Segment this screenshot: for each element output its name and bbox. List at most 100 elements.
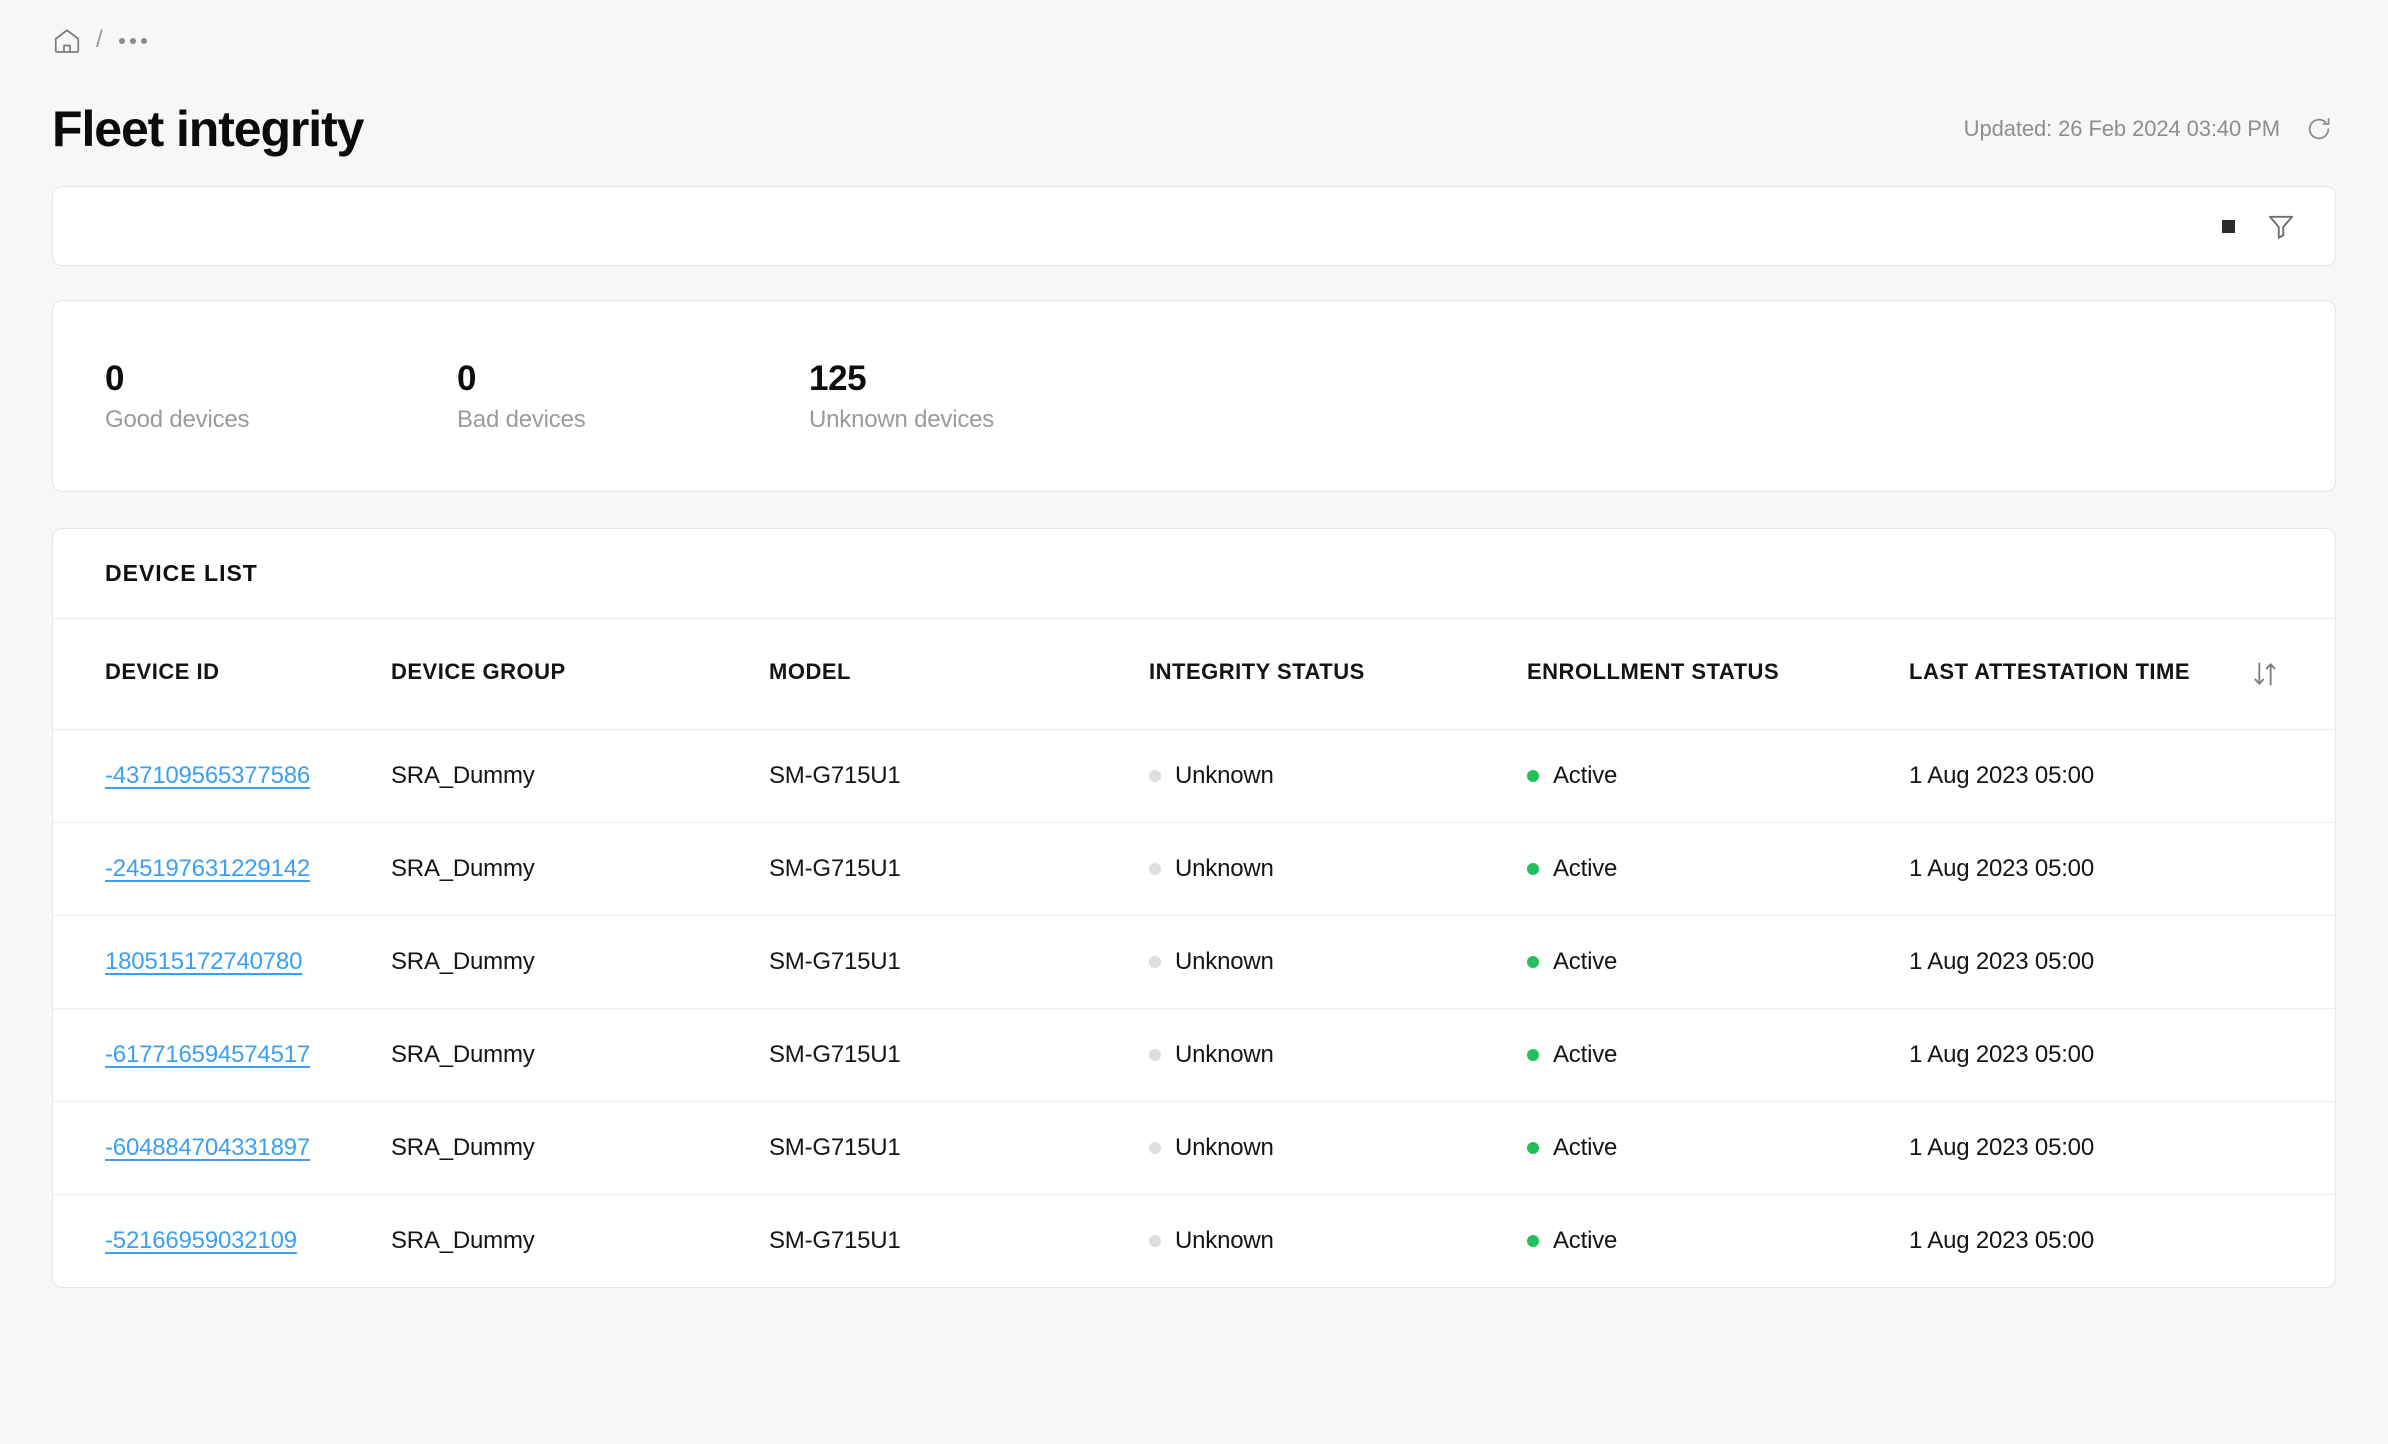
cell-device-id: -245197631229142 <box>53 822 391 916</box>
status-dot-unknown <box>1149 863 1161 875</box>
integrity-status-label: Unknown <box>1175 1041 1274 1068</box>
cell-device-group: SRA_Dummy <box>391 729 769 823</box>
cell-spacer <box>2239 915 2335 1009</box>
device-table: DEVICE ID DEVICE GROUP MODEL INTEGRITY S… <box>53 619 2335 1287</box>
enrollment-status-label: Active <box>1553 1134 1618 1161</box>
enrollment-status-label: Active <box>1553 855 1618 882</box>
status-dot-active <box>1527 1049 1539 1061</box>
cell-integrity-status: Unknown <box>1149 1101 1527 1195</box>
status-dot-active <box>1527 1142 1539 1154</box>
device-id-link[interactable]: -604884704331897 <box>105 1134 310 1161</box>
cell-spacer <box>2239 1101 2335 1195</box>
status-dot-unknown <box>1149 1049 1161 1061</box>
device-summary-card: 0 Good devices 0 Bad devices 125 Unknown… <box>52 300 2336 492</box>
ellipsis-dot <box>129 38 136 44</box>
status-dot-unknown <box>1149 956 1161 968</box>
updated-group: Updated: 26 Feb 2024 03:40 PM <box>1964 112 2336 154</box>
cell-enrollment-status: Active <box>1527 822 1909 916</box>
cell-model: SM-G715U1 <box>769 729 1149 823</box>
cell-last-attestation-time: 1 Aug 2023 05:00 <box>1909 822 2239 916</box>
cell-integrity-status: Unknown <box>1149 915 1527 1009</box>
cell-device-group: SRA_Dummy <box>391 915 769 1009</box>
filter-funnel-icon[interactable] <box>2261 206 2301 246</box>
status-dot-unknown <box>1149 1142 1161 1154</box>
cell-enrollment-status: Active <box>1527 729 1909 823</box>
ellipsis-dot <box>118 38 125 44</box>
cell-enrollment-status: Active <box>1527 1195 1909 1288</box>
cell-last-attestation-time: 1 Aug 2023 05:00 <box>1909 915 2239 1009</box>
device-id-link[interactable]: -245197631229142 <box>105 855 310 882</box>
integrity-status-label: Unknown <box>1175 948 1274 975</box>
cell-integrity-status: Unknown <box>1149 1195 1527 1288</box>
cell-last-attestation-time: 1 Aug 2023 05:00 <box>1909 729 2239 823</box>
device-list-title: DEVICE LIST <box>105 560 258 586</box>
integrity-status-label: Unknown <box>1175 1227 1274 1254</box>
cell-device-group: SRA_Dummy <box>391 1227 535 1254</box>
cell-integrity-status: Unknown <box>1149 822 1527 916</box>
column-header-device-id[interactable]: DEVICE ID <box>53 619 391 730</box>
square-icon[interactable] <box>2222 219 2235 233</box>
stat-value: 125 <box>809 358 867 398</box>
page-header: Fleet integrity Updated: 26 Feb 2024 03:… <box>52 64 2336 154</box>
column-header-last-attestation-time[interactable]: LAST ATTESTATION TIME <box>1909 619 2239 730</box>
table-row: -437109565377586 SRA_Dummy SM-G715U1 Unknow… <box>53 729 2335 823</box>
sort-arrows-icon[interactable] <box>2239 657 2291 691</box>
enrollment-status-label: Active <box>1553 762 1618 789</box>
cell-enrollment-status: Active <box>1527 915 1909 1009</box>
status-dot-unknown <box>1149 1235 1161 1247</box>
column-header-device-group[interactable]: DEVICE GROUP <box>391 619 769 730</box>
stat-label: Good devices <box>105 405 250 433</box>
enrollment-status-label: Active <box>1553 948 1618 975</box>
device-id-link[interactable]: -617716594574517 <box>105 1041 310 1068</box>
updated-timestamp: Updated: 26 Feb 2024 03:40 PM <box>1963 116 2280 141</box>
table-row: -245197631229142 SRA_Dummy SM-G715U1 Unknow… <box>53 822 2335 916</box>
enrollment-status-label: Active <box>1553 1041 1618 1068</box>
table-row: 180515172740780 SRA_Dummy SM-G715U1 Unknown… <box>53 915 2335 1009</box>
filter-bar <box>52 186 2336 266</box>
cell-model: SM-G715U1 <box>769 822 1149 916</box>
cell-device-id: -604884704331897 <box>53 1101 391 1195</box>
cell-device-group: SRA_Dummy <box>391 1101 769 1195</box>
refresh-icon[interactable] <box>2302 112 2336 146</box>
column-header-integrity-status[interactable]: INTEGRITY STATUS <box>1149 619 1527 730</box>
cell-model: SM-G715U1 <box>769 1101 1149 1195</box>
cell-device-id: -437109565377586 <box>53 729 391 823</box>
column-header-enrollment-status[interactable]: ENROLLMENT STATUS <box>1527 619 1909 730</box>
table-header-row: DEVICE ID DEVICE GROUP MODEL INTEGRITY S… <box>53 619 2335 730</box>
stat-bad-devices: 0 Bad devices <box>457 361 809 432</box>
table-row: -604884704331897 SRA_Dummy SM-G715U1 Unknow… <box>53 1101 2335 1195</box>
column-header-model[interactable]: MODEL <box>769 619 1149 730</box>
home-icon[interactable] <box>52 26 82 56</box>
breadcrumb: / <box>52 0 2336 64</box>
breadcrumb-ellipsis-icon[interactable] <box>117 34 149 48</box>
cell-device-id: -52166959032109 <box>53 1195 391 1288</box>
cell-model: SM-G715U1 <box>769 915 1149 1009</box>
fleet-integrity-page: / Fleet integrity Updated: 26 Feb 2024 0… <box>0 0 2388 1444</box>
page-title: Fleet integrity <box>52 101 364 157</box>
cell-integrity-status: Unknown <box>1149 1008 1527 1102</box>
device-id-link[interactable]: -52166959032109 <box>105 1227 297 1254</box>
ellipsis-dot <box>140 38 147 44</box>
cell-enrollment-status: Active <box>1527 1008 1909 1102</box>
cell-spacer <box>2239 729 2335 823</box>
cell-spacer <box>2239 1008 2335 1102</box>
stat-label: Unknown devices <box>809 405 995 433</box>
integrity-status-label: Unknown <box>1175 762 1274 789</box>
status-dot-active <box>1527 956 1539 968</box>
device-id-link[interactable]: -437109565377586 <box>105 762 310 789</box>
cell-spacer <box>2239 822 2335 916</box>
status-dot-active <box>1527 1235 1539 1247</box>
cell-spacer <box>2239 1195 2335 1288</box>
cell-device-group: SRA_Dummy <box>391 1008 769 1102</box>
enrollment-status-label: Active <box>1553 1227 1618 1254</box>
cell-device-id: -617716594574517 <box>53 1008 391 1102</box>
cell-model: SM-G715U1 <box>769 1008 1149 1102</box>
cell-last-attestation-time: 1 Aug 2023 05:00 <box>1909 1008 2239 1102</box>
device-id-link[interactable]: 180515172740780 <box>105 948 302 975</box>
column-header-sort <box>2239 619 2335 730</box>
breadcrumb-separator: / <box>96 26 103 53</box>
device-table-head: DEVICE ID DEVICE GROUP MODEL INTEGRITY S… <box>53 619 2335 730</box>
status-dot-unknown <box>1149 770 1161 782</box>
cell-device-group: SRA_Dummy <box>391 822 769 916</box>
table-row: -52166959032109 SRA_Dummy SM-G715U1 Unknown… <box>53 1195 2335 1288</box>
